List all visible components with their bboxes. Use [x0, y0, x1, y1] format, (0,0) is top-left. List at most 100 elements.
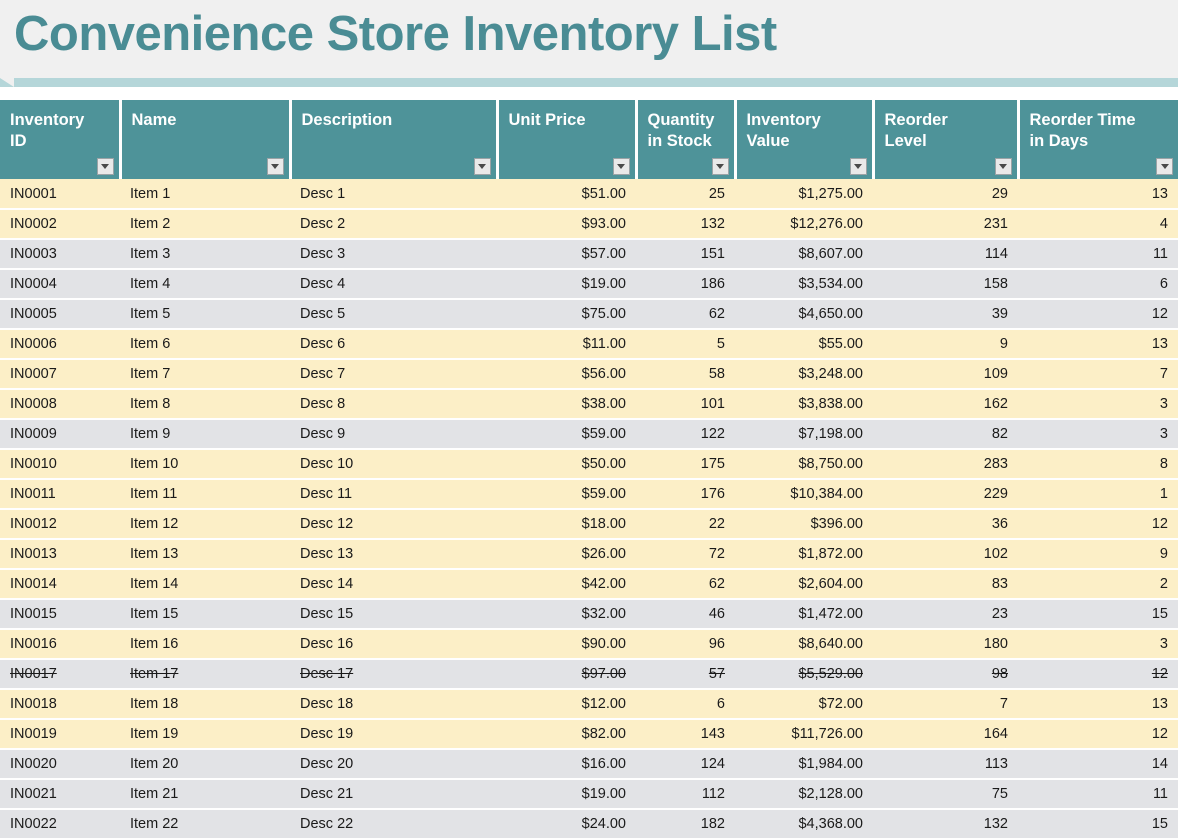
cell-inventory_id[interactable]: IN0022 — [0, 809, 120, 839]
cell-reorder_level[interactable]: 7 — [873, 689, 1018, 719]
cell-inventory_val[interactable]: $1,472.00 — [735, 599, 873, 629]
cell-inventory_val[interactable]: $1,872.00 — [735, 539, 873, 569]
cell-name[interactable]: Item 11 — [120, 479, 290, 509]
cell-reorder_level[interactable]: 229 — [873, 479, 1018, 509]
cell-reorder_level[interactable]: 9 — [873, 329, 1018, 359]
cell-unit_price[interactable]: $26.00 — [497, 539, 636, 569]
cell-inventory_val[interactable]: $1,984.00 — [735, 749, 873, 779]
table-row[interactable]: IN0009Item 9Desc 9$59.00122$7,198.00823 — [0, 419, 1178, 449]
cell-reorder_days[interactable]: 13 — [1018, 179, 1178, 209]
cell-reorder_days[interactable]: 3 — [1018, 629, 1178, 659]
cell-quantity[interactable]: 175 — [636, 449, 735, 479]
cell-description[interactable]: Desc 2 — [290, 209, 497, 239]
cell-unit_price[interactable]: $57.00 — [497, 239, 636, 269]
cell-quantity[interactable]: 143 — [636, 719, 735, 749]
table-row[interactable]: IN0010Item 10Desc 10$50.00175$8,750.0028… — [0, 449, 1178, 479]
cell-unit_price[interactable]: $56.00 — [497, 359, 636, 389]
cell-inventory_val[interactable]: $2,604.00 — [735, 569, 873, 599]
cell-description[interactable]: Desc 22 — [290, 809, 497, 839]
cell-description[interactable]: Desc 3 — [290, 239, 497, 269]
cell-inventory_val[interactable]: $11,726.00 — [735, 719, 873, 749]
table-row[interactable]: IN0018Item 18Desc 18$12.006$72.00713 — [0, 689, 1178, 719]
cell-reorder_days[interactable]: 13 — [1018, 329, 1178, 359]
cell-quantity[interactable]: 96 — [636, 629, 735, 659]
cell-inventory_id[interactable]: IN0020 — [0, 749, 120, 779]
cell-description[interactable]: Desc 20 — [290, 749, 497, 779]
cell-reorder_level[interactable]: 180 — [873, 629, 1018, 659]
cell-description[interactable]: Desc 5 — [290, 299, 497, 329]
cell-quantity[interactable]: 72 — [636, 539, 735, 569]
cell-description[interactable]: Desc 12 — [290, 509, 497, 539]
cell-inventory_val[interactable]: $8,607.00 — [735, 239, 873, 269]
cell-reorder_level[interactable]: 114 — [873, 239, 1018, 269]
cell-unit_price[interactable]: $59.00 — [497, 419, 636, 449]
cell-name[interactable]: Item 5 — [120, 299, 290, 329]
cell-name[interactable]: Item 3 — [120, 239, 290, 269]
cell-unit_price[interactable]: $59.00 — [497, 479, 636, 509]
cell-quantity[interactable]: 62 — [636, 569, 735, 599]
cell-quantity[interactable]: 186 — [636, 269, 735, 299]
cell-description[interactable]: Desc 8 — [290, 389, 497, 419]
cell-unit_price[interactable]: $93.00 — [497, 209, 636, 239]
cell-inventory_id[interactable]: IN0008 — [0, 389, 120, 419]
cell-description[interactable]: Desc 11 — [290, 479, 497, 509]
cell-name[interactable]: Item 21 — [120, 779, 290, 809]
cell-inventory_val[interactable]: $3,838.00 — [735, 389, 873, 419]
cell-reorder_days[interactable]: 12 — [1018, 719, 1178, 749]
cell-unit_price[interactable]: $16.00 — [497, 749, 636, 779]
cell-unit_price[interactable]: $12.00 — [497, 689, 636, 719]
cell-reorder_days[interactable]: 9 — [1018, 539, 1178, 569]
cell-inventory_id[interactable]: IN0018 — [0, 689, 120, 719]
cell-unit_price[interactable]: $42.00 — [497, 569, 636, 599]
cell-name[interactable]: Item 12 — [120, 509, 290, 539]
cell-inventory_val[interactable]: $7,198.00 — [735, 419, 873, 449]
cell-quantity[interactable]: 25 — [636, 179, 735, 209]
table-row[interactable]: IN0012Item 12Desc 12$18.0022$396.003612 — [0, 509, 1178, 539]
cell-description[interactable]: Desc 7 — [290, 359, 497, 389]
cell-inventory_val[interactable]: $4,650.00 — [735, 299, 873, 329]
cell-unit_price[interactable]: $11.00 — [497, 329, 636, 359]
cell-quantity[interactable]: 151 — [636, 239, 735, 269]
cell-name[interactable]: Item 2 — [120, 209, 290, 239]
cell-inventory_val[interactable]: $10,384.00 — [735, 479, 873, 509]
cell-inventory_id[interactable]: IN0014 — [0, 569, 120, 599]
cell-quantity[interactable]: 62 — [636, 299, 735, 329]
cell-inventory_id[interactable]: IN0016 — [0, 629, 120, 659]
cell-reorder_level[interactable]: 98 — [873, 659, 1018, 689]
cell-reorder_days[interactable]: 12 — [1018, 659, 1178, 689]
table-row[interactable]: IN0004Item 4Desc 4$19.00186$3,534.001586 — [0, 269, 1178, 299]
table-row[interactable]: IN0008Item 8Desc 8$38.00101$3,838.001623 — [0, 389, 1178, 419]
cell-quantity[interactable]: 101 — [636, 389, 735, 419]
cell-name[interactable]: Item 1 — [120, 179, 290, 209]
cell-reorder_level[interactable]: 29 — [873, 179, 1018, 209]
cell-description[interactable]: Desc 9 — [290, 419, 497, 449]
cell-inventory_id[interactable]: IN0004 — [0, 269, 120, 299]
cell-unit_price[interactable]: $90.00 — [497, 629, 636, 659]
cell-quantity[interactable]: 58 — [636, 359, 735, 389]
cell-reorder_level[interactable]: 83 — [873, 569, 1018, 599]
filter-dropdown-description[interactable] — [474, 158, 491, 175]
cell-reorder_level[interactable]: 162 — [873, 389, 1018, 419]
cell-reorder_level[interactable]: 283 — [873, 449, 1018, 479]
cell-reorder_days[interactable]: 11 — [1018, 239, 1178, 269]
cell-reorder_days[interactable]: 7 — [1018, 359, 1178, 389]
cell-description[interactable]: Desc 17 — [290, 659, 497, 689]
cell-reorder_level[interactable]: 158 — [873, 269, 1018, 299]
cell-reorder_level[interactable]: 109 — [873, 359, 1018, 389]
cell-name[interactable]: Item 14 — [120, 569, 290, 599]
cell-name[interactable]: Item 22 — [120, 809, 290, 839]
cell-description[interactable]: Desc 14 — [290, 569, 497, 599]
cell-reorder_days[interactable]: 12 — [1018, 509, 1178, 539]
cell-unit_price[interactable]: $51.00 — [497, 179, 636, 209]
table-row[interactable]: IN0001Item 1Desc 1$51.0025$1,275.002913 — [0, 179, 1178, 209]
cell-reorder_level[interactable]: 102 — [873, 539, 1018, 569]
cell-reorder_level[interactable]: 231 — [873, 209, 1018, 239]
table-row[interactable]: IN0006Item 6Desc 6$11.005$55.00913 — [0, 329, 1178, 359]
cell-reorder_days[interactable]: 8 — [1018, 449, 1178, 479]
table-row[interactable]: IN0013Item 13Desc 13$26.0072$1,872.00102… — [0, 539, 1178, 569]
cell-reorder_level[interactable]: 75 — [873, 779, 1018, 809]
cell-inventory_id[interactable]: IN0010 — [0, 449, 120, 479]
cell-reorder_level[interactable]: 164 — [873, 719, 1018, 749]
filter-dropdown-reorder_days[interactable] — [1156, 158, 1173, 175]
cell-inventory_id[interactable]: IN0015 — [0, 599, 120, 629]
